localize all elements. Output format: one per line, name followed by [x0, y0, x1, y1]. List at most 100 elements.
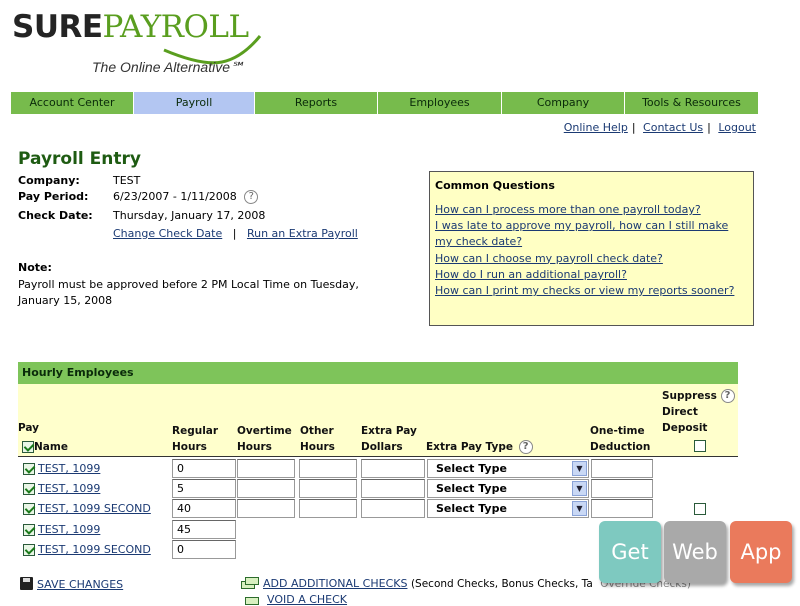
regular-hours-input[interactable]: 40: [172, 499, 236, 518]
save-changes-action: SAVE CHANGES: [20, 577, 123, 591]
employee-name-link[interactable]: TEST, 1099: [38, 523, 100, 536]
check-date-actions: Change Check Date | Run an Extra Payroll: [113, 227, 358, 240]
main-nav: Account Center Payroll Reports Employees Com…: [11, 92, 759, 114]
question-link[interactable]: I was late to approve my payroll, how ca…: [435, 218, 748, 250]
common-questions-panel: Common Questions How can I process more …: [429, 171, 754, 326]
employee-name-link[interactable]: TEST, 1099: [38, 462, 100, 475]
pay-checkbox[interactable]: [23, 463, 35, 475]
separator: |: [232, 227, 237, 240]
company-row: Company: TEST: [18, 174, 140, 187]
regular-hours-input[interactable]: 5: [172, 479, 236, 498]
add-additional-checks-link[interactable]: ADD ADDITIONAL CHECKS: [263, 577, 407, 590]
overtime-hours-header: Overtime Hours: [237, 425, 292, 453]
nav-tab-payroll[interactable]: Payroll: [134, 92, 255, 114]
change-check-date-link[interactable]: Change Check Date: [113, 227, 222, 240]
pay-column-header: Pay: [18, 422, 40, 434]
utility-links: Online Help | Contact Us | Logout: [564, 121, 756, 134]
company-value: TEST: [113, 174, 141, 187]
common-questions-list: How can I process more than one payroll …: [435, 202, 748, 299]
pay-checkbox[interactable]: [23, 483, 35, 495]
pay-period-value: 6/23/2007 - 1/11/2008: [113, 190, 237, 203]
question-link[interactable]: How can I choose my payroll check date?: [435, 251, 748, 267]
note-text: Payroll must be approved before 2 PM Loc…: [18, 278, 359, 307]
get-web-app-badge[interactable]: Get Web App: [599, 521, 795, 587]
check-date-row: Check Date: Thursday, January 17, 2008: [18, 209, 265, 222]
run-extra-payroll-link[interactable]: Run an Extra Payroll: [247, 227, 358, 240]
pay-checkbox[interactable]: [23, 503, 35, 515]
other-hours-header: Other Hours: [300, 425, 335, 453]
employee-name-link[interactable]: TEST, 1099 SECOND: [38, 543, 151, 556]
void-check-icon: [245, 593, 263, 605]
logout-link[interactable]: Logout: [718, 121, 756, 134]
one-time-deduction-input[interactable]: [591, 499, 653, 518]
pay-period-label: Pay Period:: [18, 190, 89, 203]
separator: |: [631, 121, 636, 134]
other-hours-input[interactable]: [299, 459, 357, 478]
employee-name-link[interactable]: TEST, 1099: [38, 482, 100, 495]
nav-tab-company[interactable]: Company: [502, 92, 625, 114]
company-label: Company:: [18, 174, 80, 187]
one-time-deduction-header: One-time Deduction: [590, 425, 651, 453]
help-icon[interactable]: ?: [518, 440, 533, 454]
help-icon[interactable]: ?: [244, 190, 259, 204]
help-icon[interactable]: ?: [720, 389, 735, 403]
other-hours-input[interactable]: [299, 499, 357, 518]
page-title: Payroll Entry: [18, 149, 141, 169]
surepayroll-logo[interactable]: SUREPAYROLL The Online Alternative℠: [12, 10, 262, 80]
suppress-all-checkbox[interactable]: [694, 440, 706, 452]
nav-tab-account-center[interactable]: Account Center: [11, 92, 134, 114]
column-headers: Pay Name Regular Hours Overtime Hours Othe…: [18, 384, 738, 457]
extra-pay-type-select[interactable]: Select Type ▼: [427, 499, 589, 518]
question-link[interactable]: How can I print my checks or view my rep…: [435, 283, 748, 299]
online-help-link[interactable]: Online Help: [564, 121, 628, 134]
name-column-header: Name: [22, 439, 68, 455]
checks-icon: [241, 577, 259, 589]
extra-pay-dollars-input[interactable]: [361, 479, 425, 498]
employee-row: TEST, 1099 5 Select Type ▼: [18, 479, 738, 499]
employee-row: TEST, 1099 SECOND 40 Select Type ▼: [18, 499, 738, 519]
chevron-down-icon[interactable]: ▼: [572, 481, 587, 496]
suppress-direct-deposit-checkbox[interactable]: [694, 503, 706, 515]
get-tile[interactable]: Get: [599, 521, 661, 583]
hourly-employees-header: Hourly Employees: [18, 362, 738, 384]
note-label: Note:: [18, 261, 52, 274]
regular-hours-input[interactable]: 0: [172, 540, 236, 559]
logo-tagline: The Online Alternative℠: [92, 59, 245, 75]
select-all-checkbox[interactable]: [22, 441, 34, 453]
other-hours-input[interactable]: [299, 479, 357, 498]
chevron-down-icon[interactable]: ▼: [572, 501, 587, 516]
check-date-label: Check Date:: [18, 209, 93, 222]
question-link[interactable]: How can I process more than one payroll …: [435, 202, 748, 218]
one-time-deduction-input[interactable]: [591, 479, 653, 498]
overtime-hours-input[interactable]: [237, 459, 295, 478]
nav-tab-reports[interactable]: Reports: [255, 92, 378, 114]
web-tile[interactable]: Web: [664, 521, 726, 583]
app-tile[interactable]: App: [730, 521, 792, 583]
extra-pay-type-header: Extra Pay Type ?: [426, 439, 533, 455]
one-time-deduction-input[interactable]: [591, 459, 653, 478]
check-date-value: Thursday, January 17, 2008: [113, 209, 266, 222]
extra-pay-dollars-input[interactable]: [361, 459, 425, 478]
nav-tab-tools-resources[interactable]: Tools & Resources: [625, 92, 759, 114]
overtime-hours-input[interactable]: [237, 499, 295, 518]
chevron-down-icon[interactable]: ▼: [572, 461, 587, 476]
pay-period-row: Pay Period: 6/23/2007 - 1/11/2008 ?: [18, 190, 259, 204]
pay-checkbox[interactable]: [23, 524, 35, 536]
extra-pay-dollars-header: Extra Pay Dollars: [361, 425, 417, 453]
save-changes-link[interactable]: SAVE CHANGES: [37, 578, 123, 591]
regular-hours-input[interactable]: 45: [172, 520, 236, 539]
common-questions-title: Common Questions: [435, 179, 555, 192]
regular-hours-input[interactable]: 0: [172, 459, 236, 478]
add-checks-note: (Second Checks, Bonus Checks, Ta: [410, 578, 593, 590]
extra-pay-type-select[interactable]: Select Type ▼: [427, 459, 589, 478]
contact-us-link[interactable]: Contact Us: [643, 121, 703, 134]
extra-pay-type-select[interactable]: Select Type ▼: [427, 479, 589, 498]
employee-name-link[interactable]: TEST, 1099 SECOND: [38, 502, 151, 515]
overtime-hours-input[interactable]: [237, 479, 295, 498]
separator: |: [707, 121, 711, 134]
pay-checkbox[interactable]: [23, 544, 35, 556]
question-link[interactable]: How do I run an additional payroll?: [435, 267, 748, 283]
nav-tab-employees[interactable]: Employees: [378, 92, 502, 114]
employee-row: TEST, 1099 0 Select Type ▼: [18, 459, 738, 479]
extra-pay-dollars-input[interactable]: [361, 499, 425, 518]
